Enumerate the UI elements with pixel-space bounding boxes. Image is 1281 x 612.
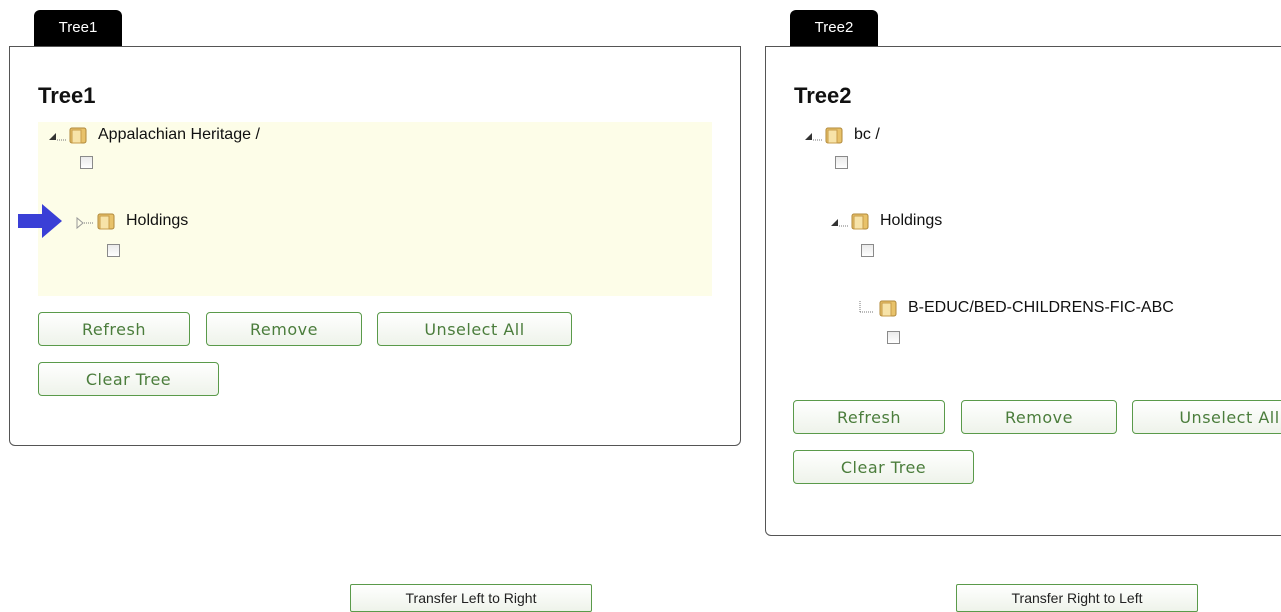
tree-node-label[interactable]: Holdings <box>126 212 188 230</box>
tree-expander-icon[interactable] <box>46 125 68 145</box>
folder-icon <box>850 211 870 231</box>
tree2-remove-button[interactable]: Remove <box>961 400 1117 434</box>
tree2-node-holdings[interactable]: Holdings <box>828 209 942 233</box>
tree2-refresh-button[interactable]: Refresh <box>793 400 945 434</box>
tree2-clear-tree-button[interactable]: Clear Tree <box>793 450 974 484</box>
tree1-title: Tree1 <box>38 83 96 108</box>
tree1-node-holdings-checkbox[interactable] <box>107 244 120 257</box>
tree2-node-root-checkbox[interactable] <box>835 156 848 169</box>
transfer-right-to-left-button[interactable]: Transfer Right to Left <box>956 584 1198 612</box>
tree1-remove-button[interactable]: Remove <box>206 312 362 346</box>
tree1-node-holdings[interactable]: Holdings <box>74 209 188 233</box>
tree-node-label[interactable]: Appalachian Heritage / <box>98 126 260 144</box>
tree-expander-icon[interactable] <box>828 211 850 231</box>
tree-node-label[interactable]: Holdings <box>880 212 942 230</box>
folder-icon <box>824 125 844 145</box>
tab-tree1[interactable]: Tree1 <box>34 10 122 46</box>
transfer-left-to-right-button[interactable]: Transfer Left to Right <box>350 584 592 612</box>
tree1-refresh-button[interactable]: Refresh <box>38 312 190 346</box>
tree2-node-holdings-checkbox[interactable] <box>861 244 874 257</box>
tree1-panel: Tree1 Appalachian Heritage / Holdings Re… <box>9 46 741 446</box>
pointer-arrow-icon <box>18 204 62 238</box>
tree2-node-root[interactable]: bc / <box>802 123 880 147</box>
tree2-panel: Tree2 bc / Holdings B-EDUC/BED-CHILDRENS… <box>765 46 1281 536</box>
tree-leaf-connector-icon <box>856 298 878 318</box>
tree2-node-leaf-checkbox[interactable] <box>887 331 900 344</box>
tree-node-label[interactable]: bc / <box>854 126 880 144</box>
tree1-node-root[interactable]: Appalachian Heritage / <box>46 123 260 147</box>
tree1-clear-tree-button[interactable]: Clear Tree <box>38 362 219 396</box>
folder-icon <box>68 125 88 145</box>
folder-icon <box>878 298 898 318</box>
tree-expander-icon[interactable] <box>802 125 824 145</box>
tree1-node-root-checkbox[interactable] <box>80 156 93 169</box>
tree1-unselect-all-button[interactable]: Unselect All <box>377 312 572 346</box>
tab-tree2[interactable]: Tree2 <box>790 10 878 46</box>
folder-icon <box>96 211 116 231</box>
tree2-title: Tree2 <box>794 83 852 108</box>
tree-node-label[interactable]: B-EDUC/BED-CHILDRENS-FIC-ABC <box>908 299 1174 317</box>
tree-expander-icon[interactable] <box>74 211 96 231</box>
tree2-unselect-all-button[interactable]: Unselect All <box>1132 400 1281 434</box>
tree2-node-leaf[interactable]: B-EDUC/BED-CHILDRENS-FIC-ABC <box>856 296 1174 320</box>
